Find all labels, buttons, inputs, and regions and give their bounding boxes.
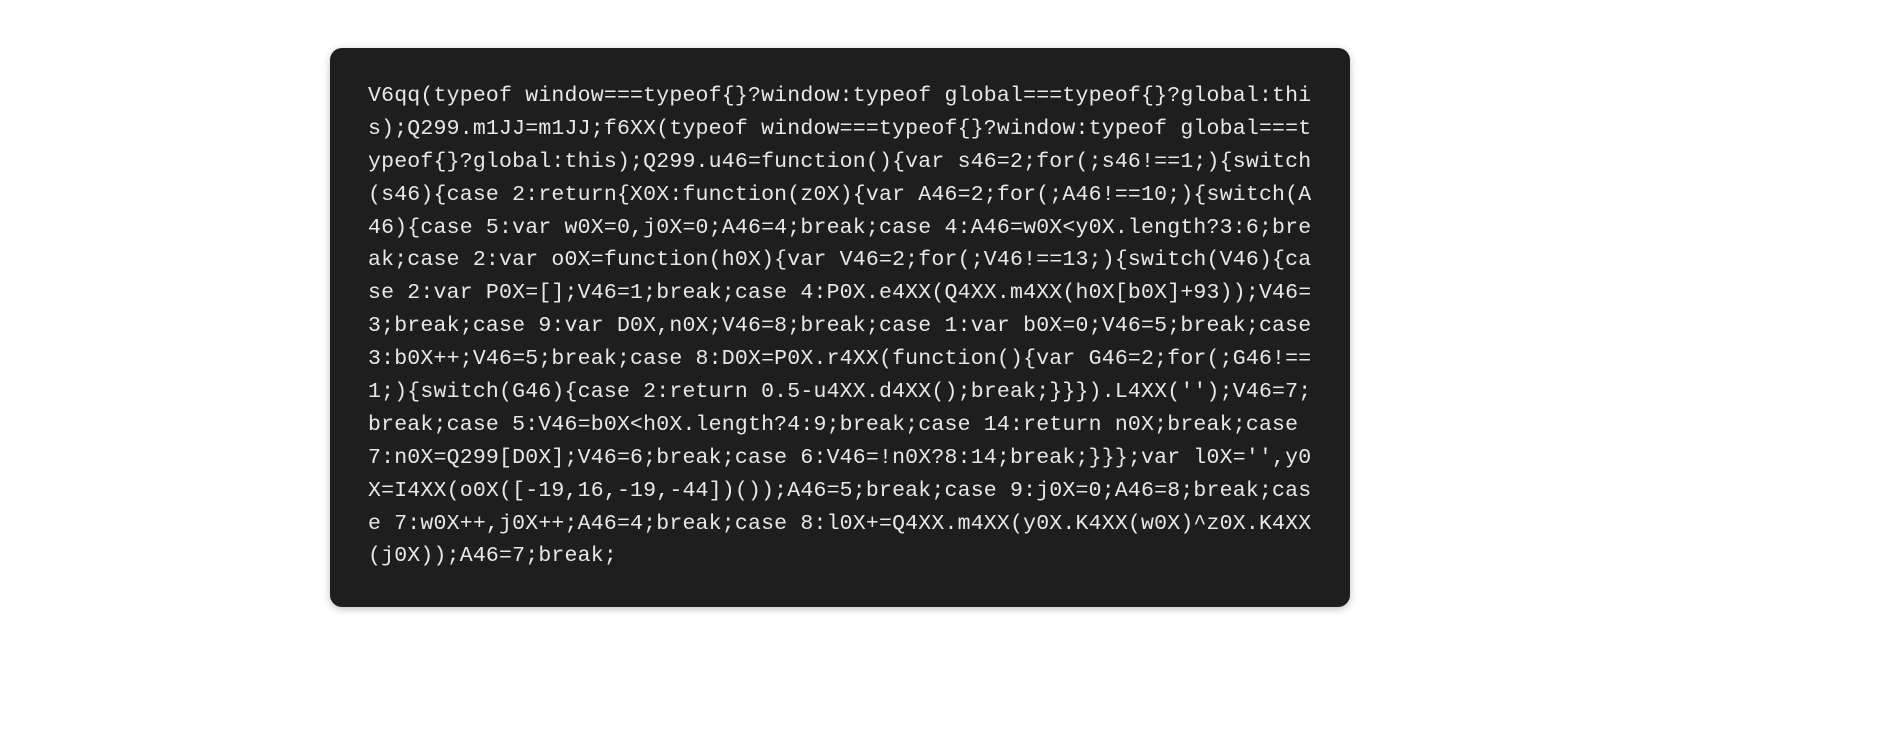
code-content: V6qq(typeof window===typeof{}?window:typ…	[368, 80, 1312, 573]
code-block-container: V6qq(typeof window===typeof{}?window:typ…	[330, 48, 1350, 607]
